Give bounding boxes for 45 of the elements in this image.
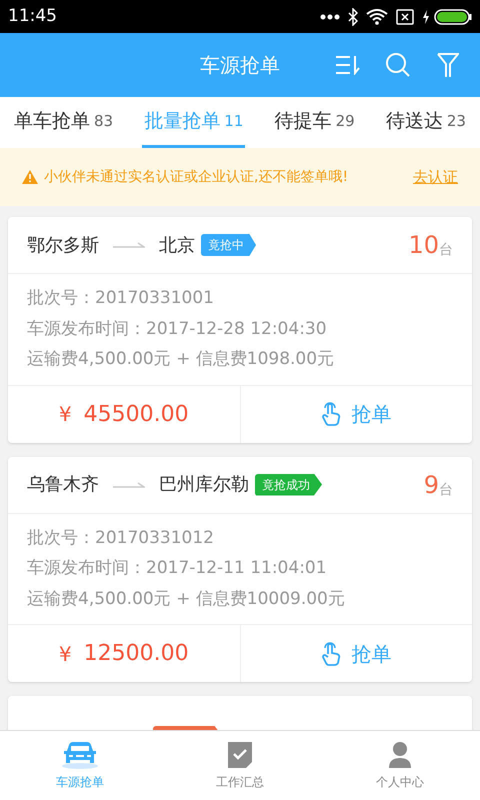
currency-symbol: ¥	[58, 640, 72, 668]
nav-tab[interactable]: 工作汇总	[160, 731, 320, 800]
origin-city: 鄂尔多斯	[27, 234, 99, 258]
destination-city: 巴州库尔勒	[159, 473, 249, 497]
count-unit: 台	[439, 480, 453, 500]
tab[interactable]: 单车抢单 83	[12, 97, 116, 148]
nav-tab[interactable]: 车源抢单	[0, 731, 160, 800]
nav-tab[interactable]: 个人中心	[320, 731, 480, 800]
publish-time: 车源发布时间：2017-12-11 11:04:01	[27, 557, 328, 580]
tab[interactable]: 待送达 23	[384, 97, 468, 148]
tap-hand-icon	[321, 642, 342, 666]
status-tag: 竟抢成功	[255, 474, 322, 496]
search-button[interactable]	[384, 51, 412, 79]
fee-breakdown: 运输费4,500.00元 + 信息费10009.00元	[27, 588, 346, 610]
search-icon	[385, 52, 411, 78]
warning-icon	[22, 170, 38, 184]
filter-icon	[437, 52, 459, 78]
verify-link[interactable]: 去认证	[413, 166, 458, 188]
status-time: 11:45	[8, 4, 57, 28]
charging-icon	[422, 10, 430, 24]
destination-city: 北京	[159, 234, 195, 258]
batch-number: 批次号：20170331001	[27, 287, 215, 310]
publish-time: 车源发布时间：2017-12-28 12:04:30	[27, 318, 328, 340]
battery-icon	[434, 8, 472, 24]
sort-icon	[335, 55, 361, 75]
tab[interactable]: 待提车 29	[272, 97, 357, 148]
wifi-icon	[366, 8, 388, 24]
sim-icon	[396, 8, 414, 24]
vehicle-count: 9	[424, 470, 439, 500]
total-price: 45500.00	[84, 400, 189, 428]
status-tag: 竟抢中	[201, 234, 256, 256]
vehicle-count: 10	[408, 230, 439, 261]
grab-order-button[interactable]: 抢单	[240, 386, 472, 442]
header-title: 车源抢单	[200, 52, 280, 79]
grab-order-button[interactable]: 抢单	[240, 625, 472, 682]
total-price: 12500.00	[84, 640, 189, 668]
count-unit: 台	[439, 241, 453, 260]
currency-symbol: ¥	[58, 401, 72, 428]
origin-city: 乌鲁木齐	[27, 473, 99, 497]
fee-breakdown: 运输费4,500.00元 + 信息费1098.00元	[27, 348, 336, 371]
more-dots-icon	[320, 14, 340, 20]
notice-text: 小伙伴未通过实名认证或企业认证,还不能签单哦!	[44, 168, 348, 186]
batch-number: 批次号：20170331012	[27, 526, 215, 550]
bluetooth-icon	[348, 8, 358, 26]
tap-hand-icon	[321, 402, 342, 426]
